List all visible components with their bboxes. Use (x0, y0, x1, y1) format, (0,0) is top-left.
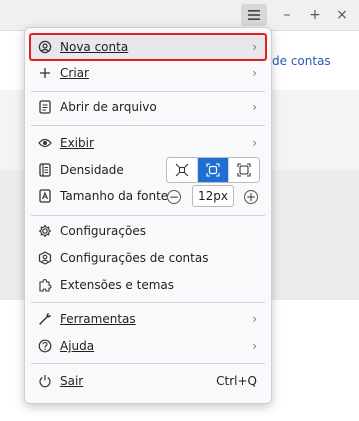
density-selector (166, 157, 260, 183)
menu-item-addons[interactable]: Extensões e temas (31, 273, 265, 297)
wrench-icon (38, 312, 52, 326)
font-size-icon (38, 189, 52, 203)
menu-item-tools[interactable]: Ferramentas › (31, 307, 265, 331)
minimize-button[interactable]: – (274, 4, 300, 26)
font-size-value[interactable]: 12px (192, 185, 234, 207)
menu-item-view[interactable]: Exibir › (31, 131, 265, 155)
compact-density-icon (175, 163, 189, 177)
menu-item-label: Ajuda (60, 339, 95, 353)
plus-icon (38, 66, 52, 80)
app-menu-panel: Nova conta › Criar › Abrir de arquivo › … (24, 27, 272, 404)
menu-item-new-account[interactable]: Nova conta › (29, 33, 267, 61)
close-button[interactable]: × (329, 4, 355, 26)
help-icon (38, 339, 52, 353)
menu-item-label: Tamanho da fonte (60, 189, 169, 203)
menu-separator (31, 91, 265, 92)
font-size-increase-button[interactable]: + (244, 190, 258, 204)
density-relaxed-button[interactable] (229, 158, 259, 182)
menu-separator (31, 215, 265, 216)
chevron-right-icon: › (252, 312, 257, 326)
plus-icon: + (245, 190, 257, 204)
menu-item-label: Abrir de arquivo (60, 100, 157, 114)
normal-density-icon (206, 163, 220, 177)
menu-item-label: Configurações (60, 224, 146, 238)
gear-icon (38, 224, 52, 238)
account-settings-icon (38, 251, 52, 265)
chevron-right-icon: › (252, 40, 257, 54)
density-compact-button[interactable] (167, 158, 198, 182)
menu-item-create[interactable]: Criar › (31, 61, 265, 85)
menu-item-quit[interactable]: Sair Ctrl+Q (31, 369, 265, 393)
density-normal-button[interactable] (198, 158, 229, 182)
menu-item-label: Criar (60, 66, 89, 80)
menu-item-label: Nova conta (60, 40, 129, 54)
menu-item-label: Ferramentas (60, 312, 136, 326)
chevron-right-icon: › (252, 100, 257, 114)
chevron-right-icon: › (252, 66, 257, 80)
keyboard-shortcut: Ctrl+Q (216, 374, 257, 388)
menu-separator (31, 363, 265, 364)
menu-separator (31, 302, 265, 303)
background-link[interactable]: de contas (272, 54, 331, 68)
chevron-right-icon: › (252, 339, 257, 353)
menu-item-label: Extensões e temas (60, 278, 174, 292)
font-size-decrease-button[interactable]: − (167, 190, 181, 204)
power-icon (38, 374, 52, 388)
eye-icon (38, 136, 52, 150)
maximize-button[interactable]: + (302, 4, 328, 26)
chevron-right-icon: › (252, 136, 257, 150)
puzzle-icon (38, 278, 52, 292)
minus-icon: − (168, 190, 180, 204)
file-icon (38, 100, 52, 114)
density-icon (38, 163, 52, 177)
menu-item-label: Exibir (60, 136, 94, 150)
menu-separator (31, 125, 265, 126)
add-account-icon (38, 40, 52, 54)
menu-item-label: Configurações de contas (60, 251, 209, 265)
menu-item-settings[interactable]: Configurações (31, 219, 265, 243)
menu-item-label: Sair (60, 374, 84, 388)
menu-item-open-file[interactable]: Abrir de arquivo › (31, 95, 265, 119)
hamburger-icon (248, 10, 260, 20)
app-menu-button[interactable] (241, 4, 267, 26)
menu-item-help[interactable]: Ajuda › (31, 334, 265, 358)
relaxed-density-icon (237, 163, 251, 177)
menu-item-account-settings[interactable]: Configurações de contas (31, 246, 265, 270)
